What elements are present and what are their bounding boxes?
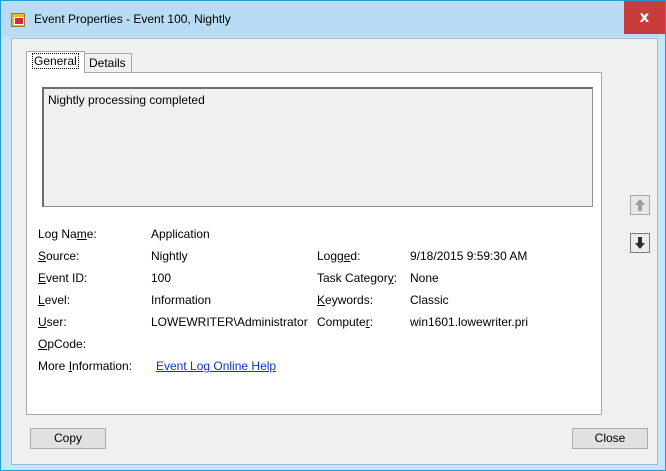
event-id-value: 100 xyxy=(151,271,172,285)
level-value: Information xyxy=(151,293,212,307)
keywords-label: Keywords: xyxy=(317,293,374,307)
logged-label: Logged: xyxy=(317,249,361,263)
event-description-box[interactable]: Nightly processing completed xyxy=(42,87,593,207)
source-label: Source: xyxy=(38,249,80,263)
event-id-label: Event ID: xyxy=(38,271,88,285)
task-category-label: Task Category: xyxy=(317,271,398,285)
event-description-text: Nightly processing completed xyxy=(48,93,205,107)
down-arrow-icon xyxy=(635,237,645,249)
user-value: LOWEWRITER\Administrator xyxy=(151,315,308,329)
tab-details[interactable]: Details xyxy=(83,53,132,72)
tab-general-label: General xyxy=(32,53,79,69)
title-bar[interactable]: Event Properties - Event 100, Nightly x xyxy=(1,1,665,37)
close-window-button[interactable]: x xyxy=(624,1,665,34)
copy-button-label: Copy xyxy=(53,431,82,445)
task-category-value: None xyxy=(410,271,439,285)
event-log-online-help-link[interactable]: Event Log Online Help xyxy=(156,358,276,374)
more-information-label: More Information: xyxy=(38,359,133,373)
general-tab-panel: Nightly processing completed Log Name: A… xyxy=(26,72,602,415)
previous-event-button[interactable] xyxy=(630,195,650,215)
tab-details-label: Details xyxy=(89,56,126,70)
source-value: Nightly xyxy=(151,249,188,263)
event-properties-window: Event Properties - Event 100, Nightly x … xyxy=(0,0,666,471)
user-label: User: xyxy=(38,315,67,329)
close-button-label: Close xyxy=(594,431,626,445)
tab-general[interactable]: General xyxy=(26,51,85,73)
next-event-button[interactable] xyxy=(630,233,650,253)
opcode-label: OpCode: xyxy=(38,337,87,351)
up-arrow-icon xyxy=(635,199,645,211)
level-label: Level: xyxy=(38,293,71,307)
logged-value: 9/18/2015 9:59:30 AM xyxy=(410,249,528,263)
close-button[interactable]: Close xyxy=(572,428,648,449)
window-title: Event Properties - Event 100, Nightly xyxy=(34,12,231,26)
event-viewer-icon xyxy=(11,13,25,27)
keywords-value: Classic xyxy=(410,293,449,307)
dialog-body: General Details Nightly processing compl… xyxy=(11,38,658,465)
log-name-value: Application xyxy=(151,227,210,241)
copy-button[interactable]: Copy xyxy=(30,428,106,449)
computer-value: win1601.lowewriter.pri xyxy=(410,315,529,329)
computer-label: Computer: xyxy=(317,315,374,329)
log-name-label: Log Name: xyxy=(38,227,97,241)
